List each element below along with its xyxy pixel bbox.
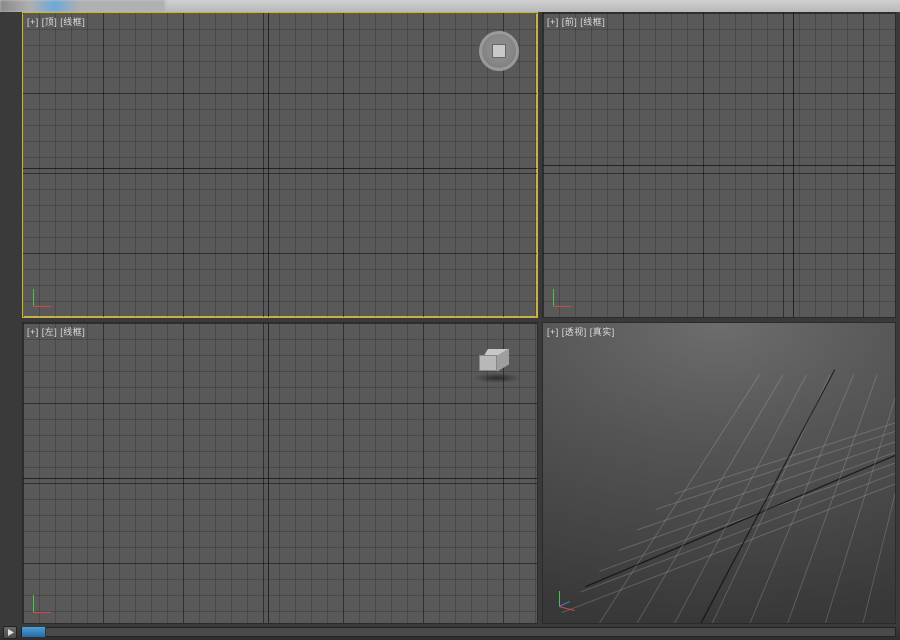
viewport-label[interactable]: [+] [左] [线框] [27, 325, 85, 338]
app-root: [+] [顶] [线框] [+] [前] [线框] [+] [左] [线框] [0, 0, 900, 640]
viewport-grid: [+] [顶] [线框] [+] [前] [线框] [+] [左] [线框] [0, 12, 900, 624]
play-icon [7, 629, 14, 636]
axis-vertical [793, 13, 794, 317]
timeline-play-button[interactable] [3, 626, 17, 639]
viewport-label[interactable]: [+] [前] [线框] [547, 15, 605, 28]
axis-gizmo-3d [553, 583, 583, 613]
titlebar [0, 0, 900, 12]
axis-horizontal [23, 478, 537, 479]
viewcube-button[interactable] [479, 31, 519, 71]
axis-gizmo [549, 283, 577, 311]
perspective-grid [543, 323, 895, 623]
timeline-track[interactable] [21, 627, 896, 637]
axis-gizmo [29, 589, 57, 617]
axis-horizontal [543, 165, 895, 166]
titlebar-blurred-region [0, 0, 165, 12]
axis-gizmo [29, 283, 57, 311]
viewport-grid-lines [23, 323, 537, 623]
viewport-top[interactable]: [+] [顶] [线框] [22, 12, 538, 318]
viewport-perspective[interactable]: [+] [透视] [真实] [542, 322, 896, 624]
viewport-left[interactable]: [+] [左] [线框] [22, 322, 538, 624]
timeline-frame-marker[interactable] [22, 627, 46, 637]
viewport-label[interactable]: [+] [透视] [真实] [547, 325, 615, 338]
axis-vertical [268, 13, 269, 317]
timeline-bar [0, 624, 900, 640]
cube-icon [492, 44, 506, 58]
axis-horizontal [23, 168, 537, 169]
viewport-front[interactable]: [+] [前] [线框] [542, 12, 896, 318]
axis-vertical [268, 323, 269, 623]
scene-object-cube[interactable] [479, 355, 515, 379]
viewport-grid-lines [23, 13, 537, 317]
viewport-label[interactable]: [+] [顶] [线框] [27, 15, 85, 28]
